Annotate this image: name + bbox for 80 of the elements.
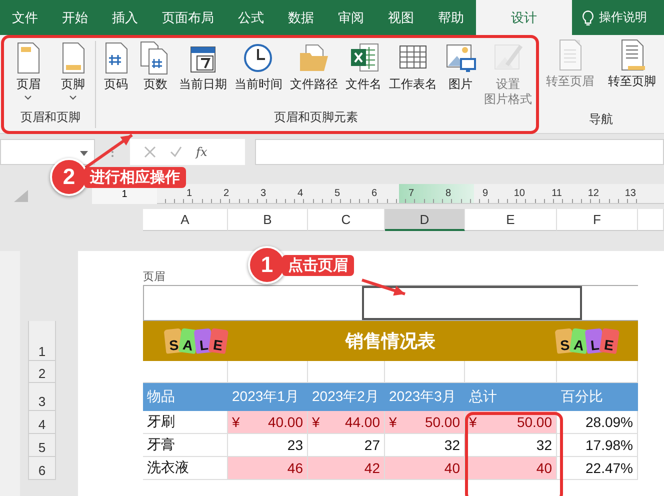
table-cell: 27	[308, 434, 385, 457]
clock-icon	[242, 41, 274, 75]
row-header[interactable]: 1	[28, 321, 56, 361]
ribbon-tab[interactable]: 设计	[476, 0, 572, 35]
column-heading: 总计	[465, 383, 557, 411]
ribbon-button[interactable]: 页码	[98, 41, 133, 92]
ribbon-tab[interactable]: 帮助	[426, 0, 476, 35]
table-cell: 牙膏	[143, 434, 228, 457]
header-label: 页眉	[143, 270, 166, 285]
table-cell: 牙刷	[143, 411, 228, 434]
header-area[interactable]	[143, 285, 638, 321]
lightbulb-icon	[582, 10, 594, 26]
table-cell: 40	[465, 457, 557, 480]
cell-value: 40.00	[268, 414, 303, 430]
ribbon-tab[interactable]: 审阅	[326, 0, 376, 35]
table-cell: 28.09%	[557, 411, 638, 434]
row-header[interactable]: 4	[28, 411, 56, 434]
tell-me-text[interactable]: 操作说明	[599, 9, 647, 26]
ribbon-tab[interactable]: 开始	[50, 0, 100, 35]
column-heading: 物品	[143, 383, 228, 411]
column-header[interactable]: A	[143, 209, 228, 231]
ribbon-tab[interactable]: 页面布局	[150, 0, 226, 35]
column-header[interactable]: F	[557, 209, 638, 231]
ribbon-button[interactable]: 页脚	[56, 41, 90, 100]
currency-symbol: ¥	[469, 414, 477, 430]
column-header[interactable]: D	[385, 209, 465, 231]
column-heading: 2023年1月	[228, 383, 308, 411]
cell-value: 44.00	[344, 414, 380, 430]
ribbon-button[interactable]: 页数	[138, 41, 172, 92]
name-box[interactable]	[0, 139, 95, 165]
currency-symbol: ¥	[232, 414, 240, 430]
row-header[interactable]: 2	[28, 361, 56, 383]
table-cell: 42	[308, 457, 385, 480]
corner-triangle-icon	[14, 190, 28, 202]
table-cell: 17.98%	[557, 434, 638, 457]
group-label: 导航	[588, 111, 614, 128]
dropdown-icon	[80, 151, 88, 156]
cell-value: 50.00	[424, 414, 460, 430]
table-cell: 32	[465, 434, 557, 457]
step-caption: 进行相应操作	[84, 166, 186, 188]
group-label: 页眉和页脚元素	[273, 109, 359, 126]
step-caption: 点击页眉	[282, 254, 354, 276]
table-cell: 23	[228, 434, 308, 457]
currency-symbol: ¥	[389, 414, 397, 430]
ribbon-tab[interactable]: 插入	[100, 0, 150, 35]
ribbon-button[interactable]: 页眉	[11, 41, 46, 100]
cancel-icon	[144, 146, 156, 158]
table-cell: 洗衣液	[143, 457, 228, 480]
table-cell: 22.47%	[557, 457, 638, 480]
table-cell: 32	[385, 434, 465, 457]
ribbon-button[interactable]: 图片	[444, 41, 478, 92]
insert-function-button[interactable]: fx	[196, 145, 208, 159]
ribbon-tab[interactable]: 视图	[376, 0, 426, 35]
ribbon-button[interactable]: 转至页脚	[607, 38, 657, 89]
group-label: 页眉和页脚	[20, 109, 82, 126]
column-heading: 百分比	[557, 383, 638, 411]
row-header[interactable]: 3	[28, 383, 56, 411]
ribbon-tab[interactable]: 数据	[276, 0, 326, 35]
cell-value: 50.00	[516, 414, 552, 430]
currency-symbol: ¥	[312, 414, 320, 430]
ribbon-button[interactable]: 工作表名	[388, 41, 438, 92]
ribbon-button[interactable]: 文件路径	[288, 41, 339, 92]
check-icon	[170, 146, 182, 158]
table-cell: 46	[228, 457, 308, 480]
column-header[interactable]: E	[465, 209, 557, 231]
ribbon-tab[interactable]: 文件	[0, 0, 50, 35]
ribbon-button[interactable]: 当前日期	[178, 41, 228, 92]
row-header[interactable]: 5	[28, 434, 56, 457]
formula-input[interactable]	[255, 139, 664, 165]
column-heading: 2023年2月	[308, 383, 385, 411]
ribbon-tab[interactable]: 公式	[226, 0, 276, 35]
ribbon-button[interactable]: 当前时间	[233, 41, 284, 92]
column-heading: 2023年3月	[385, 383, 465, 411]
column-header[interactable]: C	[308, 209, 385, 231]
column-header[interactable]: B	[228, 209, 308, 231]
row-header[interactable]: 6	[28, 457, 56, 480]
ribbon-button[interactable]: 文件名	[344, 41, 382, 92]
header-center-section[interactable]	[362, 286, 582, 320]
table-cell: 40	[385, 457, 465, 480]
sheet-title: 销售情况表	[346, 330, 436, 353]
